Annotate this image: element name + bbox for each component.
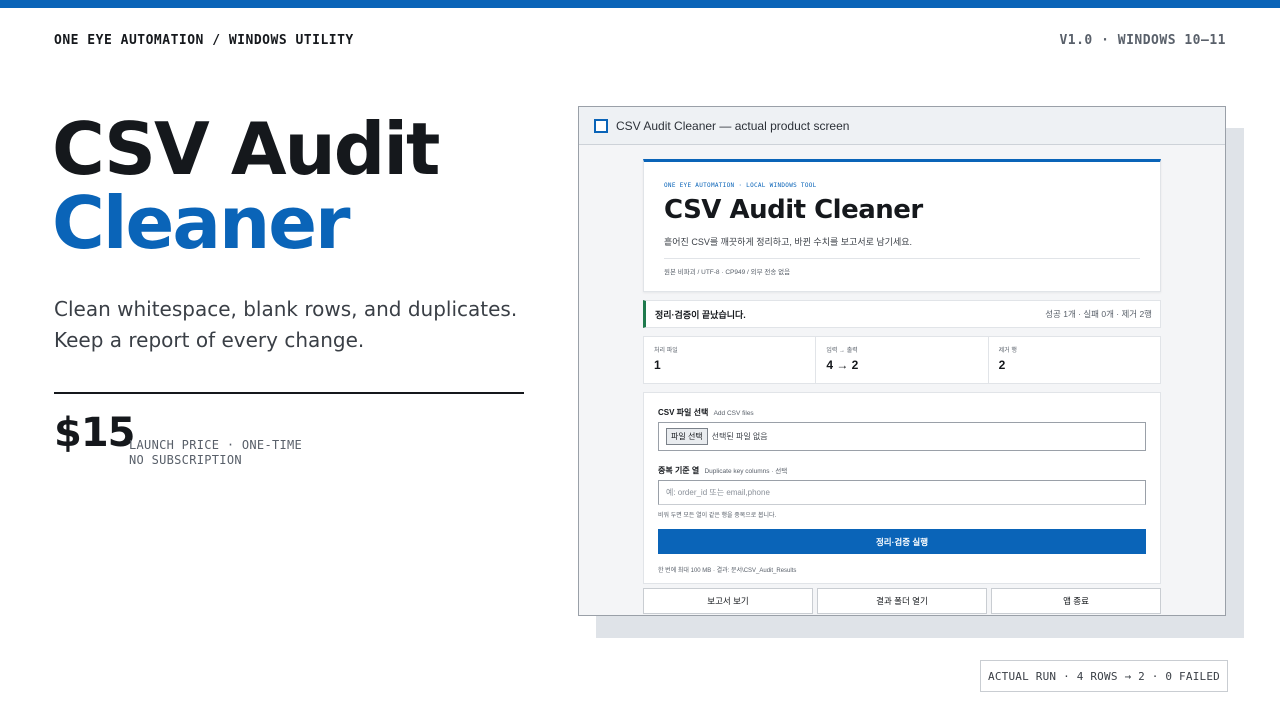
run-clean-button[interactable]: 정리·검증 실행 bbox=[658, 529, 1146, 554]
dup-label-hint: Duplicate key columns · 선택 bbox=[704, 468, 788, 475]
price: $15 bbox=[54, 410, 135, 456]
open-results-folder-button[interactable]: 결과 폴더 열기 bbox=[817, 588, 987, 614]
stat-value: 1 bbox=[654, 358, 661, 372]
app-content: ONE EYE AUTOMATION · LOCAL WINDOWS TOOL … bbox=[643, 159, 1161, 614]
form-footer: 한 번에 최대 100 MB · 결과: 문서\CSV_Audit_Result… bbox=[658, 568, 797, 574]
stat-label: 제거 행 bbox=[998, 348, 1017, 354]
app-tags: 원본 비파괴 / UTF-8 · CP949 / 외부 전송 없음 bbox=[664, 269, 791, 276]
file-input[interactable]: 파일 선택 선택된 파일 없음 bbox=[658, 422, 1146, 451]
price-note: LAUNCH PRICE · ONE-TIME NO SUBSCRIPTION bbox=[129, 438, 302, 468]
quit-app-button[interactable]: 앱 종료 bbox=[991, 588, 1161, 614]
product-title-line2: Cleaner bbox=[52, 181, 351, 265]
app-description: 흩어진 CSV를 깨끗하게 정리하고, 바뀐 수치를 보고서로 남기세요. bbox=[664, 237, 913, 247]
product-title: CSV Audit Cleaner bbox=[52, 107, 440, 265]
brand-line: ONE EYE AUTOMATION / WINDOWS UTILITY bbox=[54, 33, 354, 48]
stat-value: 4 → 2 bbox=[826, 358, 859, 372]
file-field-label: CSV 파일 선택 Add CSV files bbox=[658, 407, 1146, 418]
app-title: CSV Audit Cleaner bbox=[664, 195, 923, 225]
options-form: CSV 파일 선택 Add CSV files 파일 선택 선택된 파일 없음 … bbox=[643, 392, 1161, 584]
file-label-text: CSV 파일 선택 bbox=[658, 408, 709, 417]
stat-processed-files: 처리 파일 1 bbox=[644, 337, 817, 383]
product-subtitle: Clean whitespace, blank rows, and duplic… bbox=[54, 297, 518, 352]
divider bbox=[54, 392, 524, 394]
file-label-hint: Add CSV files bbox=[713, 410, 754, 417]
status-message: 정리·검증이 끝났습니다. bbox=[655, 309, 746, 320]
status-summary: 성공 1개 · 실패 0개 · 제거 2행 bbox=[1045, 309, 1152, 319]
dup-label-text: 중복 기준 열 bbox=[658, 466, 700, 475]
stat-value: 2 bbox=[998, 358, 1006, 372]
stat-input-output: 입력 → 출력 4 → 2 bbox=[816, 337, 989, 383]
file-input-value: 선택된 파일 없음 bbox=[711, 432, 768, 441]
window-header: CSV Audit Cleaner — actual product scree… bbox=[579, 107, 1225, 145]
app-kicker: ONE EYE AUTOMATION · LOCAL WINDOWS TOOL bbox=[664, 182, 817, 189]
price-note-line1: LAUNCH PRICE · ONE-TIME bbox=[129, 438, 303, 452]
run-summary-badge: ACTUAL RUN · 4 ROWS → 2 · 0 FAILED bbox=[980, 660, 1228, 692]
stat-label: 입력 → 출력 bbox=[826, 348, 858, 354]
choose-file-button[interactable]: 파일 선택 bbox=[666, 428, 708, 445]
app-divider bbox=[664, 258, 1140, 259]
stat-label: 처리 파일 bbox=[654, 348, 678, 354]
stats-panel: 처리 파일 1 입력 → 출력 4 → 2 제거 행 2 bbox=[643, 336, 1161, 384]
top-accent-bar bbox=[0, 0, 1280, 8]
price-note-line2: NO SUBSCRIPTION bbox=[129, 453, 242, 467]
stat-removed-rows: 제거 행 2 bbox=[989, 337, 1160, 383]
app-hero-card: ONE EYE AUTOMATION · LOCAL WINDOWS TOOL … bbox=[643, 159, 1161, 292]
duplicate-key-input[interactable]: 예: order_id 또는 email,phone bbox=[658, 480, 1146, 505]
dup-field-label: 중복 기준 열 Duplicate key columns · 선택 bbox=[658, 465, 1146, 476]
dup-help-text: 비워 두면 모든 열이 같은 행을 중복으로 봅니다. bbox=[658, 513, 777, 519]
checkbox-icon bbox=[594, 118, 608, 133]
window-title: CSV Audit Cleaner — actual product scree… bbox=[616, 118, 850, 133]
version-line: V1.0 · WINDOWS 10–11 bbox=[1059, 33, 1226, 48]
product-screenshot-window: CSV Audit Cleaner — actual product scree… bbox=[578, 106, 1226, 616]
product-title-line1: CSV Audit bbox=[52, 107, 440, 191]
status-banner: 정리·검증이 끝났습니다. 성공 1개 · 실패 0개 · 제거 2행 bbox=[643, 300, 1161, 328]
action-buttons: 보고서 보기 결과 폴더 열기 앱 종료 bbox=[643, 588, 1161, 614]
view-report-button[interactable]: 보고서 보기 bbox=[643, 588, 813, 614]
